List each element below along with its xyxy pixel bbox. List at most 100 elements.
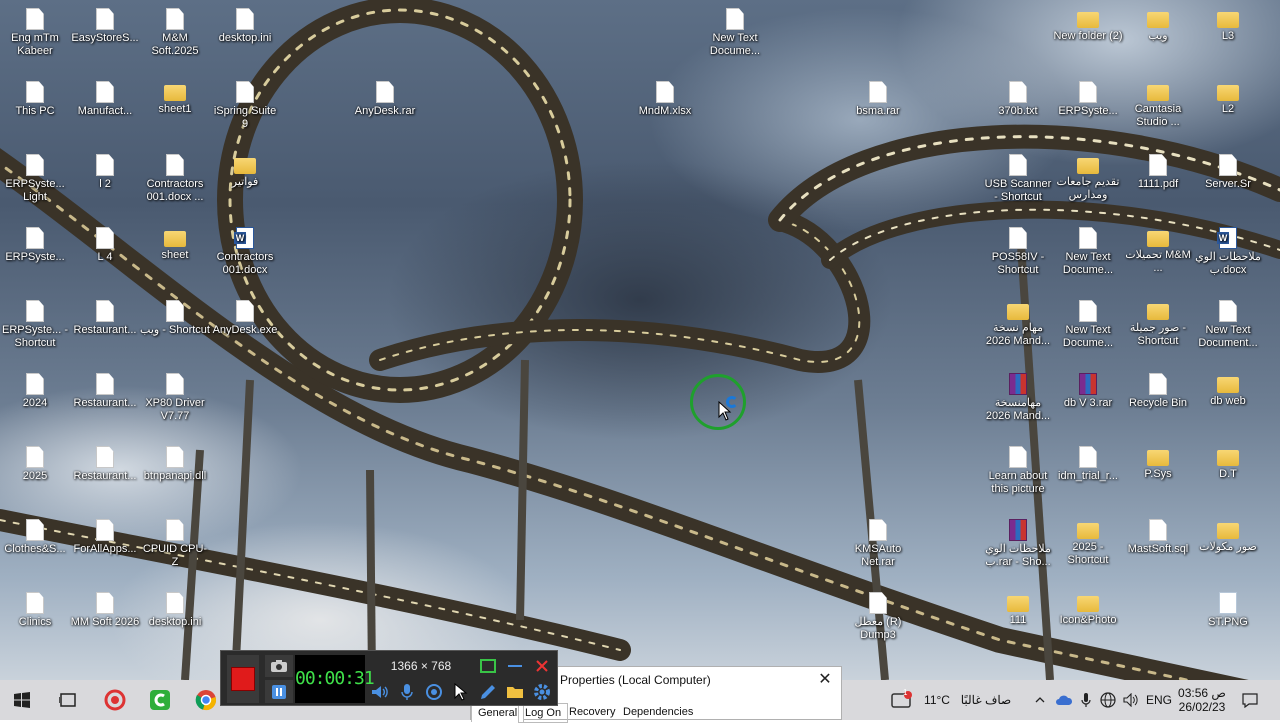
desktop-icon[interactable]: MM Soft 2026 xyxy=(70,592,140,629)
desktop-icon[interactable]: ST.PNG xyxy=(1193,592,1263,629)
desktop-icon[interactable]: Server.Sr xyxy=(1193,154,1263,191)
desktop-icon[interactable]: idm_trial_r... xyxy=(1053,446,1123,483)
webcam-toggle-button[interactable] xyxy=(423,681,445,703)
desktop-icon[interactable]: AnyDesk.exe xyxy=(210,300,280,337)
microphone-toggle-button[interactable] xyxy=(396,681,418,703)
desktop-icon[interactable]: Contractors 001.docx ... xyxy=(140,154,210,204)
desktop-icon[interactable]: New Text Docume... xyxy=(700,8,770,58)
speaker-toggle-button[interactable] xyxy=(369,681,391,703)
desktop-icon[interactable]: صور مكولات xyxy=(1193,519,1263,554)
desktop-icon[interactable]: MastSoft.sql xyxy=(1123,519,1193,556)
taskbar-app-recorder[interactable] xyxy=(95,680,135,720)
desktop-icon[interactable]: تحميلات M&M ... xyxy=(1123,227,1193,275)
desktop-icon[interactable]: db V 3.rar xyxy=(1053,373,1123,410)
desktop-icon[interactable]: desktop.ini xyxy=(210,8,280,45)
desktop-icon[interactable]: btnpanapi.dll xyxy=(140,446,210,483)
desktop-icon[interactable]: New Text Docume... xyxy=(1053,300,1123,350)
volume-tray[interactable] xyxy=(1120,680,1142,720)
desktop-icon[interactable]: ERPSyste... xyxy=(1053,81,1123,118)
desktop-icon[interactable]: ForAllApps... xyxy=(70,519,140,556)
taskbar-app-camtasia[interactable] xyxy=(140,680,180,720)
desktop-icon[interactable]: 370b.txt xyxy=(983,81,1053,118)
desktop-icon[interactable]: Eng mTm Kabeer xyxy=(0,8,70,58)
task-view-button[interactable] xyxy=(48,680,88,720)
desktop-icon[interactable]: AnyDesk.rar xyxy=(350,81,420,118)
desktop-icon[interactable]: L2 xyxy=(1193,81,1263,116)
desktop-icon[interactable]: Icon&Photo xyxy=(1053,592,1123,627)
screenshot-button[interactable] xyxy=(265,655,293,677)
desktop-icon[interactable]: KMSAuto Net.rar xyxy=(843,519,913,569)
desktop-icon[interactable]: تقديم جامعات ومدارس xyxy=(1053,154,1123,202)
desktop-icon[interactable]: P.Sys xyxy=(1123,446,1193,481)
desktop-icon[interactable]: New Text Docume... xyxy=(1053,227,1123,277)
desktop-icon[interactable]: فواتير xyxy=(210,154,280,189)
settings-button[interactable] xyxy=(531,681,553,703)
desktop-icon[interactable]: معطل (R) Dump3 xyxy=(843,592,913,642)
desktop-icon[interactable]: Contractors 001.docx xyxy=(210,227,280,277)
pause-recording-button[interactable] xyxy=(265,680,293,703)
desktop-icon[interactable]: 2024 xyxy=(0,373,70,410)
desktop-icon[interactable]: M&M Soft.2025 xyxy=(140,8,210,58)
desktop-icon[interactable]: sheet1 xyxy=(140,81,210,116)
desktop-icon[interactable]: Manufact... xyxy=(70,81,140,118)
desktop-icon[interactable]: 1111.pdf xyxy=(1123,154,1193,191)
desktop-icon[interactable]: 111 xyxy=(983,592,1053,627)
desktop-icon[interactable]: ملاحظات الوي ب.rar - Sho... xyxy=(983,519,1053,569)
close-button[interactable]: ✕ xyxy=(815,669,835,691)
desktop-icon[interactable]: ERPSyste... - Shortcut xyxy=(0,300,70,350)
desktop-icon[interactable]: Restaurant... xyxy=(70,373,140,410)
desktop-icon[interactable]: مهام نسخة 2026 Mand... xyxy=(983,300,1053,348)
desktop-icon[interactable]: New Text Document... xyxy=(1193,300,1263,350)
desktop-icon[interactable]: ملاحظات الوي ب.docx xyxy=(1193,227,1263,277)
desktop-icon[interactable]: Recycle Bin xyxy=(1123,373,1193,410)
close-recorder-button[interactable] xyxy=(531,655,553,677)
desktop-icon[interactable]: Clinics xyxy=(0,592,70,629)
desktop-icon[interactable]: POS58IV - Shortcut xyxy=(983,227,1053,277)
weather-description[interactable]: صاف غالبًا xyxy=(956,680,1016,720)
desktop-icon[interactable]: Camtasia Studio ... xyxy=(1123,81,1193,129)
desktop-icon[interactable]: 2025 xyxy=(0,446,70,483)
desktop-icon[interactable]: bsma.rar xyxy=(843,81,913,118)
screen-recorder-toolbar[interactable]: 00:00:31 1366 × 768 xyxy=(220,650,558,706)
desktop-icon[interactable]: sheet xyxy=(140,227,210,262)
desktop-icon[interactable]: ويب - Shortcut xyxy=(140,300,210,337)
clock[interactable]: 03:56 ص 26/02/23 xyxy=(1176,680,1228,720)
desktop-icon[interactable]: L 4 xyxy=(70,227,140,264)
desktop-icon[interactable]: D.T xyxy=(1193,446,1263,481)
cursor-toggle-button[interactable] xyxy=(450,681,472,703)
input-language[interactable]: ENG xyxy=(1144,680,1174,720)
desktop-icon[interactable]: l 2 xyxy=(70,154,140,191)
desktop-icon[interactable]: Restaurant... xyxy=(70,300,140,337)
notification-center-button[interactable] xyxy=(1236,680,1264,720)
desktop-icon[interactable]: This PC xyxy=(0,81,70,118)
draw-button[interactable] xyxy=(477,681,499,703)
show-hidden-icons-button[interactable] xyxy=(1030,680,1050,720)
desktop-icon[interactable]: ERPSyste... Light xyxy=(0,154,70,204)
select-area-button[interactable] xyxy=(477,655,499,677)
desktop-icon[interactable]: مهامنسخة 2026 Mand... xyxy=(983,373,1053,423)
desktop-icon[interactable]: MndM.xlsx xyxy=(630,81,700,118)
start-button[interactable] xyxy=(0,680,44,720)
microphone-tray[interactable] xyxy=(1076,680,1096,720)
weather-widget[interactable]: 1 xyxy=(888,680,916,720)
desktop-icon[interactable]: EasyStoreS... xyxy=(70,8,140,45)
stop-recording-button[interactable] xyxy=(227,655,259,703)
desktop-icon[interactable]: L3 xyxy=(1193,8,1263,43)
desktop-icon[interactable]: Restaurant... xyxy=(70,446,140,483)
open-folder-button[interactable] xyxy=(504,681,526,703)
desktop-icon[interactable]: db web xyxy=(1193,373,1263,408)
onedrive-tray[interactable] xyxy=(1053,680,1075,720)
desktop-icon[interactable]: ويب xyxy=(1123,8,1193,43)
desktop-icon[interactable]: XP80 Driver V7.77 xyxy=(140,373,210,423)
desktop-icon[interactable]: 2025 - Shortcut xyxy=(1053,519,1123,567)
desktop-icon[interactable]: CPUID CPU-Z xyxy=(140,519,210,569)
tab-log-on[interactable]: Log On xyxy=(518,703,569,723)
network-tray[interactable] xyxy=(1098,680,1118,720)
tab-dependencies[interactable]: Dependencies xyxy=(617,703,699,721)
desktop-icon[interactable]: New folder (2) xyxy=(1053,8,1123,43)
desktop-icon[interactable]: iSpring Suite 9 xyxy=(210,81,280,131)
desktop-icon[interactable]: Learn about this picture xyxy=(983,446,1053,496)
minimize-recorder-button[interactable] xyxy=(504,655,526,677)
desktop-icon[interactable]: USB Scanner - Shortcut xyxy=(983,154,1053,204)
desktop-icon[interactable]: ERPSyste... xyxy=(0,227,70,264)
